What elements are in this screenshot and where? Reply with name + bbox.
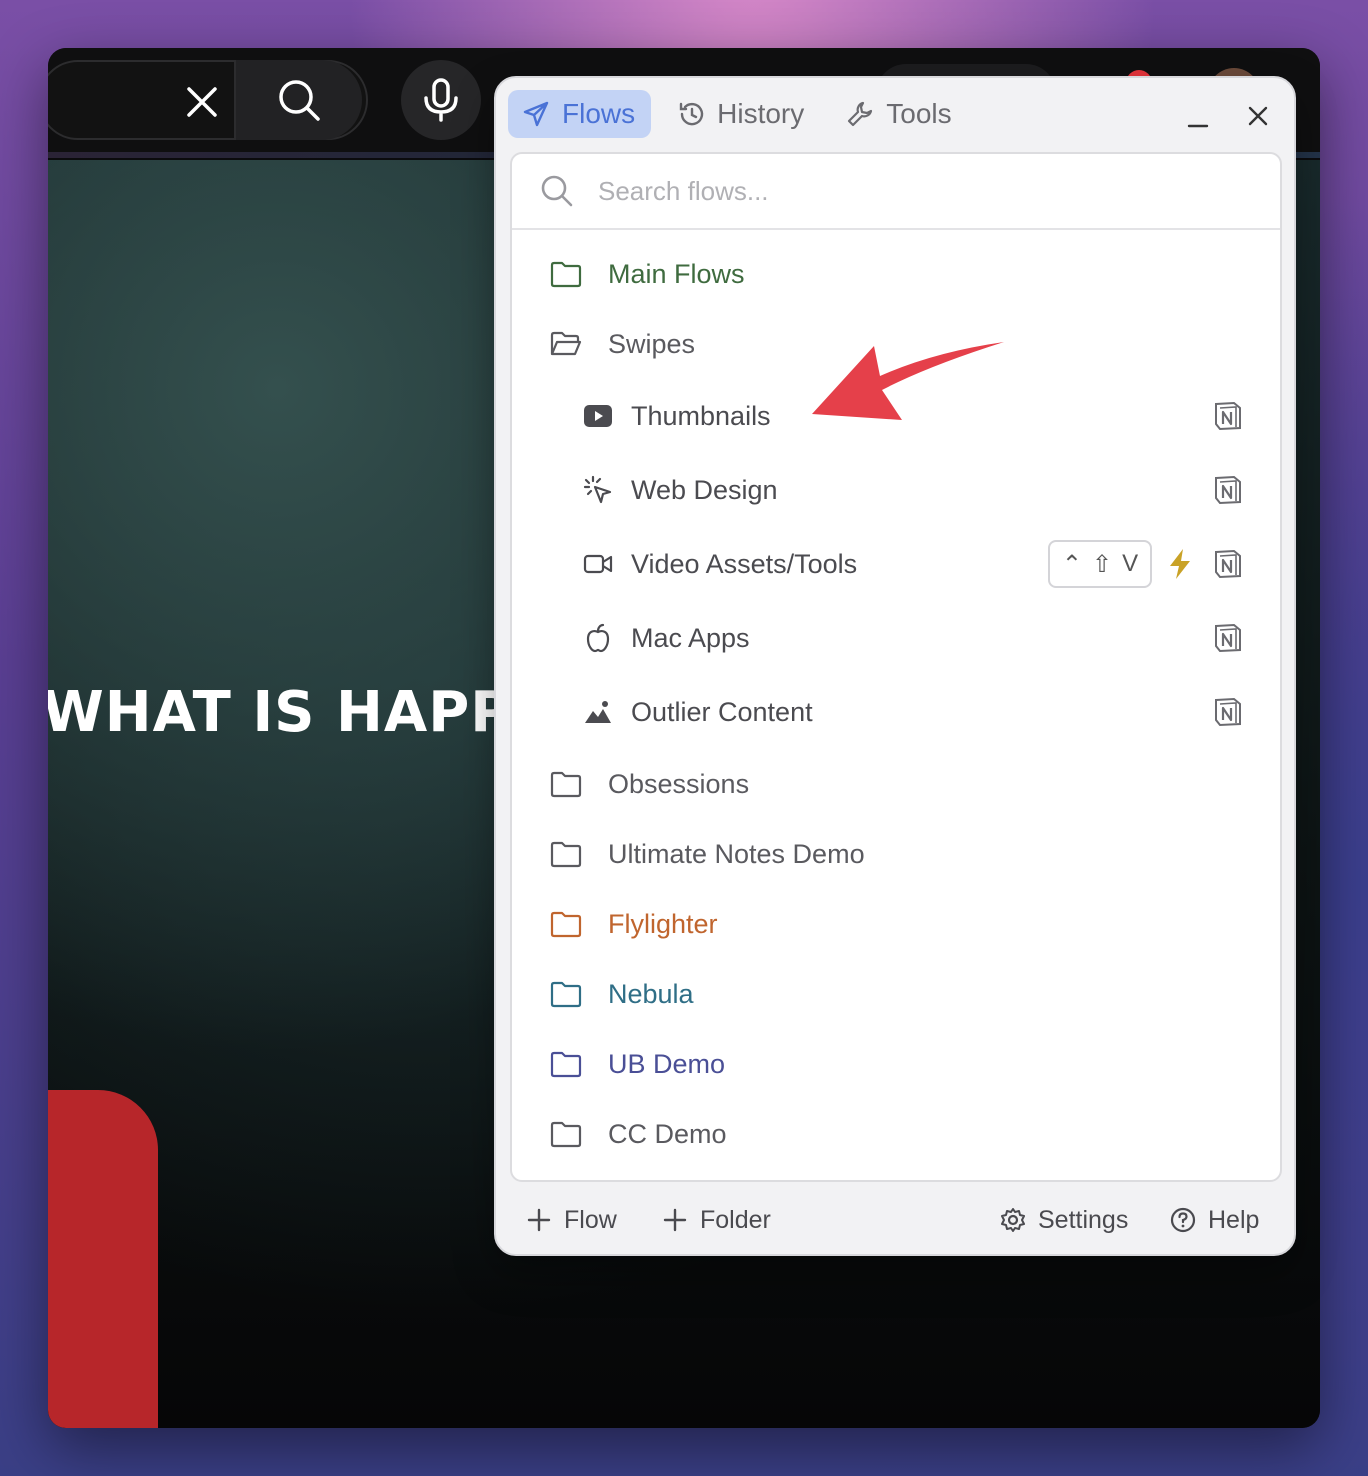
flow-video-assets-tools[interactable]: Video Assets/Tools ⌃ ⇧ V xyxy=(512,534,1280,594)
folder-label: Ultimate Notes Demo xyxy=(608,838,865,869)
search-bar xyxy=(512,154,1280,230)
flow-label: Video Assets/Tools xyxy=(631,548,858,579)
folder-icon xyxy=(550,1118,582,1150)
settings-label: Settings xyxy=(1038,1205,1129,1234)
tab-history-label: History xyxy=(717,98,805,129)
flows-popover: Flows History Tools Main Flows xyxy=(494,76,1296,1256)
flow-label: Web Design xyxy=(631,474,778,505)
close-icon xyxy=(1248,106,1268,126)
add-folder-label: Folder xyxy=(700,1205,771,1234)
notion-icon[interactable] xyxy=(1212,474,1244,506)
flow-web-design[interactable]: Web Design xyxy=(512,460,1280,520)
help-button[interactable]: Help xyxy=(1170,1196,1259,1244)
folder-icon xyxy=(550,978,582,1010)
folder-ultimate-notes-demo[interactable]: Ultimate Notes Demo xyxy=(512,824,1280,884)
folder-icon xyxy=(550,838,582,870)
folder-icon xyxy=(550,258,582,290)
help-icon xyxy=(1170,1207,1196,1233)
folder-obsessions[interactable]: Obsessions xyxy=(512,754,1280,814)
flow-label: Thumbnails xyxy=(631,400,771,431)
folder-label: Nebula xyxy=(608,978,694,1009)
shortcut-letter-key: V xyxy=(1122,550,1139,577)
gear-icon xyxy=(1001,1208,1025,1232)
folder-icon xyxy=(550,908,582,940)
shortcut-control-key: ⌃ xyxy=(1061,550,1082,578)
video-camera-icon xyxy=(582,548,614,580)
landscape-icon xyxy=(582,696,614,728)
wrench-icon xyxy=(848,101,873,127)
folder-label: Main Flows xyxy=(608,258,745,289)
search-icon xyxy=(279,80,320,121)
folder-label: CC Demo xyxy=(608,1118,727,1149)
folder-ub-demo[interactable]: UB Demo xyxy=(512,1034,1280,1094)
folder-icon xyxy=(550,768,582,800)
notion-icon[interactable] xyxy=(1212,400,1244,432)
notion-icon[interactable] xyxy=(1212,696,1244,728)
add-flow-button[interactable]: Flow xyxy=(526,1196,617,1244)
panel-footer: Flow Folder Settings Help xyxy=(496,1196,1294,1244)
cursor-click-icon xyxy=(582,474,614,506)
settings-button[interactable]: Settings xyxy=(1000,1196,1128,1244)
folder-nebula[interactable]: Nebula xyxy=(512,964,1280,1024)
notion-icon[interactable] xyxy=(1212,548,1244,580)
annotation-arrow-icon xyxy=(812,342,1004,420)
search-flows-input[interactable] xyxy=(598,175,1198,207)
tab-bar: Flows History Tools xyxy=(508,90,968,140)
keyboard-shortcut-badge[interactable]: ⌃ ⇧ V xyxy=(1048,540,1152,588)
help-label: Help xyxy=(1208,1205,1260,1234)
minimize-button[interactable] xyxy=(1180,98,1216,134)
folder-label: Obsessions xyxy=(608,768,750,799)
clear-search-button[interactable] xyxy=(180,74,224,130)
history-icon xyxy=(679,102,704,126)
shortcut-shift-key: ⇧ xyxy=(1091,550,1113,578)
folder-open-icon xyxy=(550,328,582,360)
search-icon xyxy=(541,175,573,207)
notion-icon[interactable] xyxy=(1212,622,1244,654)
close-icon xyxy=(187,87,217,117)
send-icon xyxy=(523,101,549,127)
folder-flylighter[interactable]: Flylighter xyxy=(512,894,1280,954)
add-flow-label: Flow xyxy=(564,1205,617,1234)
plus-icon xyxy=(663,1208,687,1232)
tab-flows-label: Flows xyxy=(562,98,636,129)
close-panel-button[interactable] xyxy=(1240,98,1276,134)
tab-tools-label: Tools xyxy=(886,98,952,129)
tab-flows[interactable]: Flows xyxy=(508,90,652,138)
youtube-icon xyxy=(582,400,614,432)
apple-icon xyxy=(582,622,614,654)
flow-label: Mac Apps xyxy=(631,622,750,653)
video-search-button[interactable] xyxy=(234,60,362,140)
video-search-box[interactable] xyxy=(48,60,368,140)
add-folder-button[interactable]: Folder xyxy=(662,1196,771,1244)
microphone-icon xyxy=(424,78,458,122)
tab-history[interactable]: History xyxy=(663,90,820,138)
person-shirt xyxy=(48,1090,158,1428)
folder-label: Flylighter xyxy=(608,908,718,939)
flow-outlier-content[interactable]: Outlier Content xyxy=(512,682,1280,742)
tab-tools[interactable]: Tools xyxy=(832,90,967,138)
folder-cc-demo[interactable]: CC Demo xyxy=(512,1104,1280,1164)
flows-list-container: Main Flows Swipes Thumbnails Web Design xyxy=(510,152,1282,1182)
folder-label: UB Demo xyxy=(608,1048,726,1079)
flow-mac-apps[interactable]: Mac Apps xyxy=(512,608,1280,668)
voice-search-button[interactable] xyxy=(401,60,481,140)
lightning-bolt-icon[interactable] xyxy=(1166,548,1194,580)
folder-icon xyxy=(550,1048,582,1080)
flow-label: Outlier Content xyxy=(631,696,813,727)
folder-main-flows[interactable]: Main Flows xyxy=(512,244,1280,304)
minimize-icon xyxy=(1187,124,1209,128)
plus-icon xyxy=(527,1208,551,1232)
folder-label: Swipes xyxy=(608,328,696,359)
